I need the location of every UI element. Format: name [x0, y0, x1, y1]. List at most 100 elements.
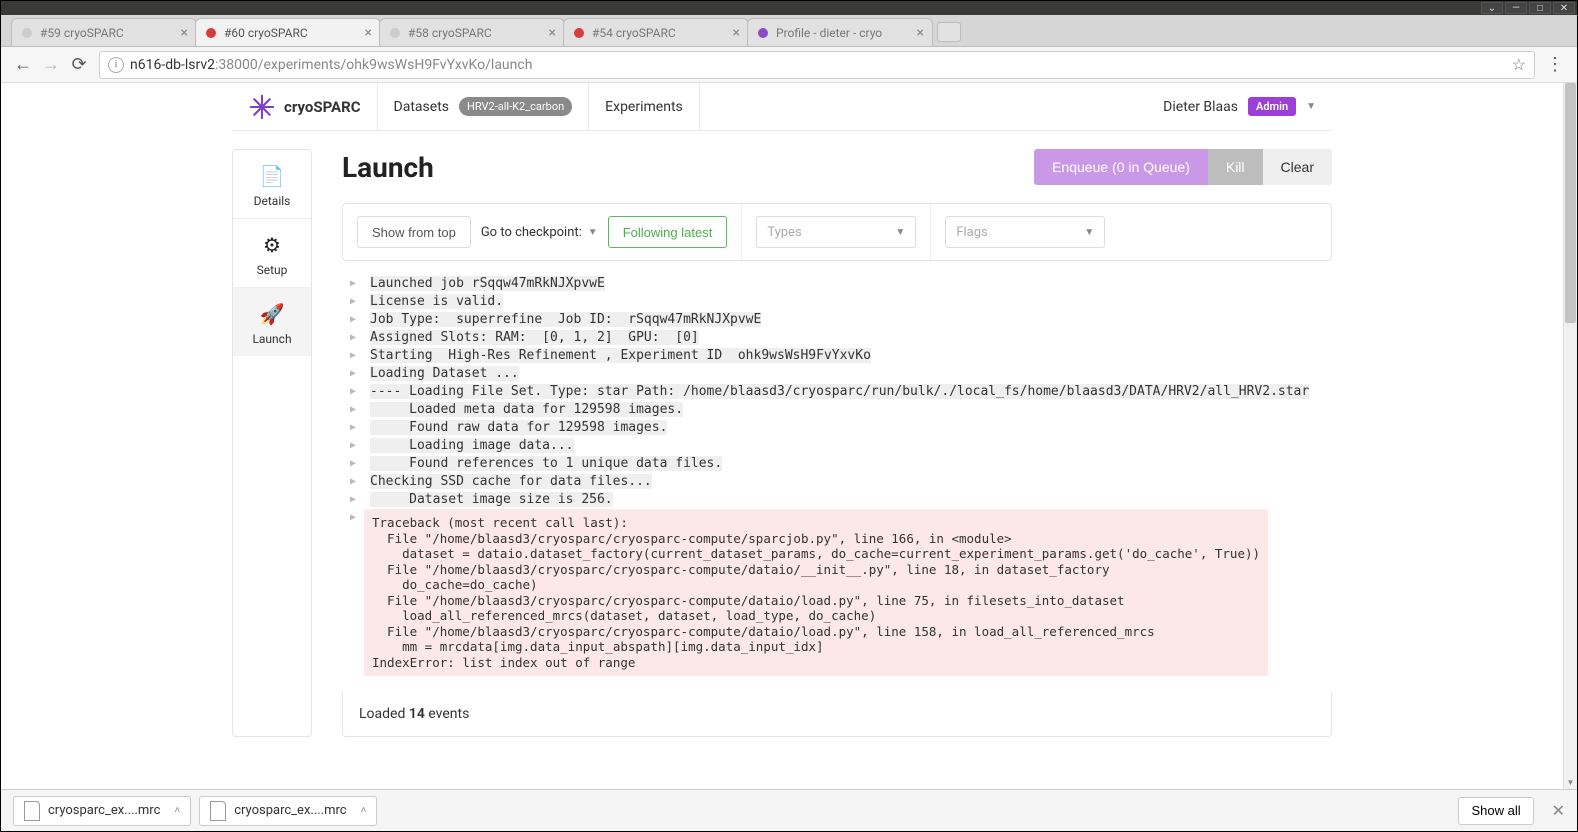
browser-tab[interactable]: #60 cryoSPARC× [195, 18, 381, 46]
tab-strip: #59 cryoSPARC×#60 cryoSPARC×#58 cryoSPAR… [1, 15, 1577, 47]
browser-tab[interactable]: #58 cryoSPARC× [379, 18, 565, 46]
tab-title: #59 cryoSPARC [40, 26, 177, 40]
scroll-down-icon[interactable]: ▼ [1564, 775, 1577, 789]
nav-experiments[interactable]: Experiments [589, 83, 700, 130]
goto-checkpoint-label: Go to checkpoint: [481, 225, 582, 240]
log-expand-icon[interactable]: ▶ [342, 491, 364, 509]
scrollbar-thumb[interactable] [1565, 83, 1576, 323]
dataset-badge: HRV2-all-K2_carbon [459, 97, 572, 116]
log-expand-icon[interactable]: ▶ [342, 365, 364, 383]
sidebar-item-setup[interactable]: ⚙ Setup [233, 218, 311, 287]
log-line: ▶License is valid. [342, 293, 1332, 311]
log-text: Found raw data for 129598 images. [364, 419, 1332, 437]
browser-tab[interactable]: Profile - dieter - cryo × [747, 18, 933, 46]
bookmark-star-icon[interactable]: ☆ [1512, 55, 1526, 74]
brand[interactable]: cryoSPARC [232, 83, 378, 130]
log-expand-icon[interactable]: ▶ [342, 419, 364, 437]
log-expand-icon[interactable]: ▶ [342, 401, 364, 419]
browser-tab[interactable]: #59 cryoSPARC × [11, 18, 197, 46]
log-text: Assigned Slots: RAM: [0, 1, 2] GPU: [0] [364, 329, 1332, 347]
download-item-2[interactable]: cryosparc_ex....mrc ˄ [199, 796, 377, 826]
log-expand-icon[interactable]: ▶ [342, 437, 364, 455]
sidebar-label-details: Details [254, 194, 291, 208]
log-line: ▶Checking SSD cache for data files... [342, 473, 1332, 491]
window-frame: ⌄ — □ ✕ #59 cryoSPARC×#60 cryoSPARC×#58 … [0, 0, 1578, 832]
types-filter[interactable]: Types ▼ [756, 216, 916, 248]
nav-reload-icon[interactable]: ⟳ [65, 51, 93, 79]
close-downloads-bar-icon[interactable]: ✕ [1552, 801, 1565, 820]
goto-checkpoint-dropdown[interactable]: Go to checkpoint: ▼ [481, 225, 598, 240]
log-text: Found references to 1 unique data files. [364, 455, 1332, 473]
following-latest-button[interactable]: Following latest [608, 216, 728, 248]
nav-forward-icon: → [37, 51, 65, 79]
user-menu[interactable]: Dieter Blaas Admin ▼ [1147, 97, 1332, 116]
log-expand-icon[interactable]: ▶ [342, 383, 364, 401]
sidebar: 📄 Details ⚙ Setup 🚀 Launch [232, 149, 312, 737]
log-expand-icon[interactable]: ▶ [342, 509, 364, 676]
clear-button[interactable]: Clear [1263, 149, 1332, 185]
chevron-down-icon: ▼ [1306, 101, 1316, 112]
new-tab-button[interactable] [937, 22, 961, 42]
flags-filter[interactable]: Flags ▼ [945, 216, 1105, 248]
sidebar-item-launch[interactable]: 🚀 Launch [233, 287, 311, 356]
browser-chrome: #59 cryoSPARC×#60 cryoSPARC×#58 cryoSPAR… [1, 15, 1577, 831]
log-expand-icon[interactable]: ▶ [342, 347, 364, 365]
url-field[interactable]: i n616-db-lsrv2:38000/experiments/ohk9ws… [99, 51, 1535, 79]
log-text: Loading image data... [364, 437, 1332, 455]
browser-menu-icon[interactable]: ⋮ [1541, 51, 1569, 79]
sidebar-label-setup: Setup [257, 263, 288, 277]
window-more-icon[interactable]: ⌄ [1481, 2, 1503, 14]
window-maximize-icon[interactable]: □ [1529, 2, 1551, 14]
kill-button[interactable]: Kill [1208, 149, 1263, 185]
window-minimize-icon[interactable]: — [1505, 2, 1527, 14]
tab-title: #54 cryoSPARC [592, 26, 729, 40]
log-expand-icon[interactable]: ▶ [342, 329, 364, 347]
tab-title: Profile - dieter - cryo [776, 26, 913, 40]
sidebar-label-launch: Launch [252, 332, 291, 346]
log-line: ▶Job Type: superrefine Job ID: rSqqw47mR… [342, 311, 1332, 329]
log-toolbar: Show from top Go to checkpoint: ▼ Follow… [342, 203, 1332, 261]
log-expand-icon[interactable]: ▶ [342, 473, 364, 491]
tab-close-icon[interactable]: × [365, 25, 372, 41]
tab-close-icon[interactable]: × [733, 25, 740, 41]
log-output: ▶Launched job rSqqw47mRkNJXpvwE▶License … [342, 275, 1332, 676]
log-text: License is valid. [364, 293, 1332, 311]
browser-tab[interactable]: #54 cryoSPARC × [563, 18, 749, 46]
admin-badge: Admin [1248, 97, 1296, 116]
nav-datasets[interactable]: Datasets HRV2-all-K2_carbon [378, 83, 590, 130]
log-line: ▶Assigned Slots: RAM: [0, 1, 2] GPU: [0] [342, 329, 1332, 347]
show-all-downloads-button[interactable]: Show all [1458, 797, 1533, 825]
footer-suffix: events [425, 706, 469, 722]
tab-close-icon[interactable]: × [181, 25, 188, 41]
vertical-scrollbar[interactable]: ▲ ▼ [1563, 83, 1577, 789]
sidebar-item-details[interactable]: 📄 Details [233, 150, 311, 218]
log-line: ▶ Found references to 1 unique data file… [342, 455, 1332, 473]
chevron-down-icon: ▼ [1084, 227, 1094, 238]
enqueue-button[interactable]: Enqueue (0 in Queue) [1034, 149, 1208, 185]
log-line: ▶---- Loading File Set. Type: star Path:… [342, 383, 1332, 401]
tab-close-icon[interactable]: × [549, 25, 556, 41]
traceback-body: Traceback (most recent call last): File … [364, 509, 1268, 676]
page-title: Launch [342, 151, 434, 184]
document-icon: 📄 [260, 164, 285, 188]
log-expand-icon[interactable]: ▶ [342, 311, 364, 329]
tab-favicon [20, 26, 34, 40]
log-expand-icon[interactable]: ▶ [342, 455, 364, 473]
window-close-icon[interactable]: ✕ [1553, 2, 1575, 14]
log-expand-icon[interactable]: ▶ [342, 293, 364, 311]
log-expand-icon[interactable]: ▶ [342, 275, 364, 293]
tab-close-icon[interactable]: × [917, 25, 924, 41]
log-text: Checking SSD cache for data files... [364, 473, 1332, 491]
chevron-up-icon[interactable]: ˄ [361, 805, 367, 816]
content-area: Launch Enqueue (0 in Queue) Kill Clear S… [342, 149, 1332, 737]
log-text: Starting High-Res Refinement , Experimen… [364, 347, 1332, 365]
chevron-up-icon[interactable]: ˄ [174, 805, 180, 816]
nav-back-icon[interactable]: ← [9, 51, 37, 79]
downloads-bar: cryosparc_ex....mrc ˄ cryosparc_ex....mr… [1, 789, 1577, 831]
flags-placeholder: Flags [956, 225, 987, 240]
show-from-top-button[interactable]: Show from top [357, 216, 471, 248]
file-icon [210, 801, 226, 821]
download-item-1[interactable]: cryosparc_ex....mrc ˄ [13, 796, 191, 826]
site-info-icon[interactable]: i [108, 57, 124, 73]
download-filename-2: cryosparc_ex....mrc [234, 803, 346, 818]
